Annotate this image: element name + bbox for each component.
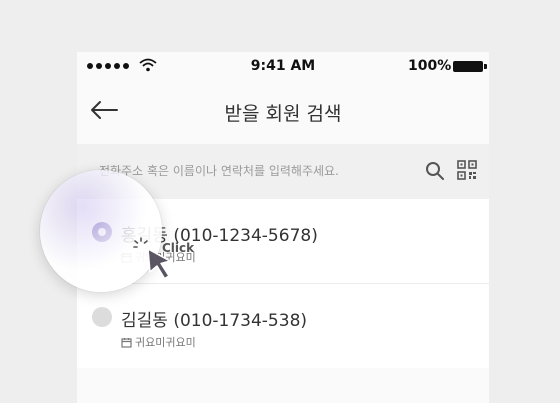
header: 받을 회원 검색	[77, 82, 489, 142]
search-icon[interactable]	[425, 161, 445, 181]
list-item[interactable]: 김길동 (010-1734-538) 귀요미귀요미	[77, 284, 489, 368]
qr-code-icon[interactable]	[457, 160, 477, 180]
battery-percent: 100%	[408, 58, 452, 74]
calendar-icon	[121, 252, 132, 263]
radio-unselected[interactable]	[92, 307, 112, 327]
search-input[interactable]	[99, 159, 399, 183]
member-name-phone: 김길동 (010-1734-538)	[121, 311, 308, 331]
member-name-phone: 홍길동 (010-1234-5678)	[121, 226, 318, 246]
member-nickname-row: 귀요미귀요미	[121, 334, 196, 350]
page-title: 받을 회원 검색	[224, 103, 342, 125]
radio-selected[interactable]	[92, 222, 112, 242]
search-bar	[77, 144, 489, 199]
cursor-icon	[147, 248, 171, 280]
member-nickname: 귀요미귀요미	[135, 336, 196, 349]
phone-screen: 9:41 AM 100% 받을 회원 검색 전화주소 혹은 이름이나 연락처를 …	[77, 52, 489, 403]
status-bar: 9:41 AM 100%	[77, 52, 489, 82]
calendar-icon	[121, 337, 132, 348]
battery-icon	[453, 61, 487, 72]
